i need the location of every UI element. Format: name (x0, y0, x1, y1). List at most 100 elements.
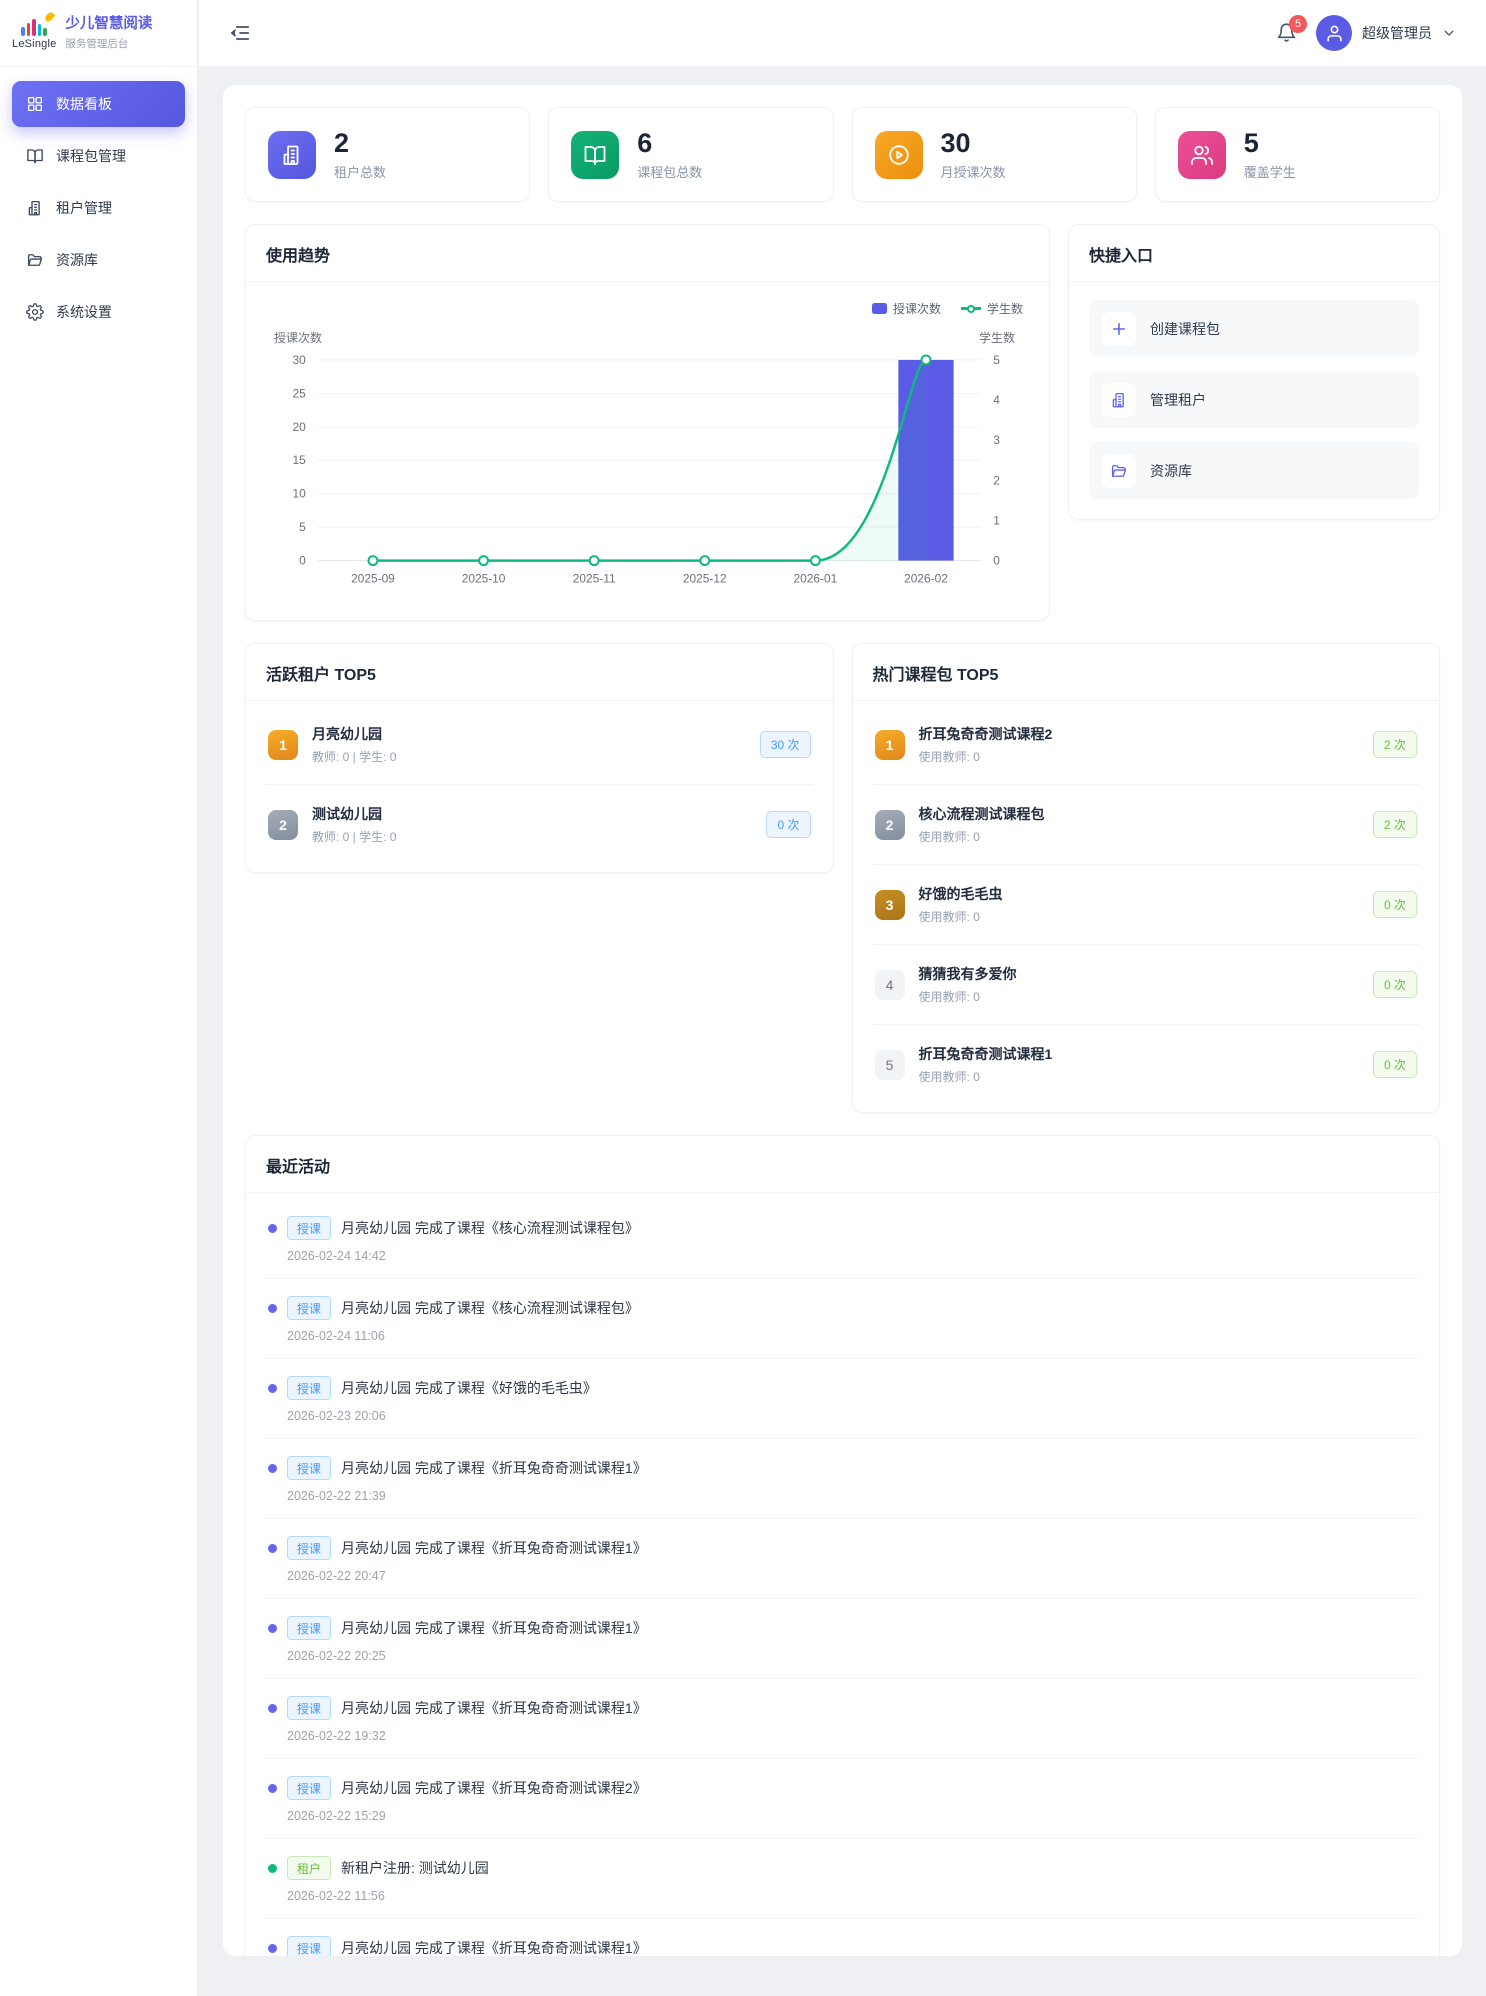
package-row: 3 好饿的毛毛虫 使用教师: 0 0 次 (873, 865, 1420, 945)
activity-time: 2026-02-22 20:25 (287, 1649, 1417, 1663)
svg-text:5: 5 (299, 520, 306, 534)
quick-item-manage-tenants[interactable]: 管理租户 (1089, 371, 1419, 428)
svg-text:3: 3 (993, 433, 1000, 447)
main-content: 2 租户总数 6 课程包总数 (199, 67, 1486, 1996)
activity-text: 月亮幼儿园 完成了课程《折耳兔奇奇测试课程1》 (341, 1938, 647, 1956)
activity-tag: 授课 (287, 1776, 331, 1800)
sidebar-item-tenants[interactable]: 租户管理 (12, 185, 185, 231)
user-menu[interactable]: 超级管理员 (1316, 15, 1456, 51)
stat-label: 租户总数 (334, 162, 386, 181)
quick-item-create-package[interactable]: 创建课程包 (1089, 300, 1419, 357)
svg-text:2026-01: 2026-01 (794, 571, 838, 585)
brand-logo-text: LeSingle (12, 38, 56, 50)
package-row: 1 折耳兔奇奇测试课程2 使用教师: 0 2 次 (873, 705, 1420, 785)
activity-time: 2026-02-22 21:39 (287, 1489, 1417, 1503)
gear-icon (26, 303, 44, 321)
sidebar-item-resources[interactable]: 资源库 (12, 237, 185, 283)
usage-trend-chart: 0510152025300123452025-092025-102025-112… (266, 348, 1029, 596)
activity-item: 授课 月亮幼儿园 完成了课程《折耳兔奇奇测试课程1》 2026-02-22 19… (266, 1679, 1419, 1759)
logo-bars-icon (21, 16, 47, 36)
sidebar-item-settings[interactable]: 系统设置 (12, 289, 185, 335)
sidebar-item-label: 数据看板 (56, 94, 112, 114)
svg-text:2: 2 (993, 473, 1000, 487)
rank-badge: 5 (875, 1050, 905, 1080)
quick-entry-title: 快捷入口 (1069, 225, 1439, 282)
rank-badge: 3 (875, 890, 905, 920)
stat-value: 6 (637, 128, 702, 159)
tenant-name: 月亮幼儿园 (312, 724, 746, 744)
menu-fold-icon[interactable] (229, 22, 251, 44)
activity-text: 月亮幼儿园 完成了课程《折耳兔奇奇测试课程1》 (341, 1618, 647, 1638)
count-badge: 0 次 (1373, 971, 1417, 998)
activity-item: 租户 新租户注册: 测试幼儿园 2026-02-22 11:56 (266, 1839, 1419, 1919)
activity-tag: 租户 (287, 1856, 331, 1880)
stat-card-packages: 6 课程包总数 (548, 107, 833, 202)
play-icon (875, 131, 923, 179)
activity-time: 2026-02-23 20:06 (287, 1409, 1417, 1423)
package-meta: 使用教师: 0 (919, 1068, 1359, 1085)
svg-text:20: 20 (293, 420, 307, 434)
package-info: 折耳兔奇奇测试课程2 使用教师: 0 (919, 724, 1359, 765)
svg-text:25: 25 (293, 386, 307, 400)
package-name: 折耳兔奇奇测试课程1 (919, 1044, 1359, 1064)
activity-item: 授课 月亮幼儿园 完成了课程《折耳兔奇奇测试课程1》 2026-02-22 21… (266, 1439, 1419, 1519)
legend-item-lessons[interactable]: 授课次数 (872, 300, 941, 317)
activity-tag: 授课 (287, 1536, 331, 1560)
notification-bell-icon[interactable]: 5 (1276, 22, 1298, 44)
sidebar-item-label: 系统设置 (56, 302, 112, 322)
activity-item: 授课 月亮幼儿园 完成了课程《折耳兔奇奇测试课程1》 2026-02-21 20… (266, 1919, 1419, 1956)
activity-time: 2026-02-22 20:47 (287, 1569, 1417, 1583)
package-meta: 使用教师: 0 (919, 988, 1359, 1005)
tenant-meta: 教师: 0 | 学生: 0 (312, 828, 752, 845)
package-row: 2 核心流程测试课程包 使用教师: 0 2 次 (873, 785, 1420, 865)
legend-item-students[interactable]: 学生数 (961, 300, 1023, 317)
rank-badge: 1 (875, 730, 905, 760)
package-name: 猜猜我有多爱你 (919, 964, 1359, 984)
tenant-row: 2 测试幼儿园 教师: 0 | 学生: 0 0 次 (266, 785, 813, 864)
count-badge: 0 次 (1373, 891, 1417, 918)
brand-area: LeSingle 少儿智慧阅读 服务管理后台 (0, 0, 197, 67)
tenant-info: 测试幼儿园 教师: 0 | 学生: 0 (312, 804, 752, 845)
sidebar-item-dashboard[interactable]: 数据看板 (12, 81, 185, 127)
left-axis-name: 授课次数 (274, 329, 322, 346)
hot-packages-title: 热门课程包 TOP5 (853, 644, 1440, 701)
activity-time: 2026-02-22 19:32 (287, 1729, 1417, 1743)
activity-dot (268, 1224, 277, 1233)
tenant-info: 月亮幼儿园 教师: 0 | 学生: 0 (312, 724, 746, 765)
svg-text:2025-11: 2025-11 (573, 571, 616, 585)
legend-label: 学生数 (987, 300, 1023, 317)
top-header: 5 超级管理员 (199, 0, 1486, 67)
chart-legend: 授课次数 学生数 (266, 296, 1029, 317)
quick-item-label: 创建课程包 (1150, 319, 1220, 339)
activity-item: 授课 月亮幼儿园 完成了课程《好饿的毛毛虫》 2026-02-23 20:06 (266, 1359, 1419, 1439)
app-root: LeSingle 少儿智慧阅读 服务管理后台 数据看板 课程包管理 (0, 0, 1486, 1996)
activity-item: 授课 月亮幼儿园 完成了课程《核心流程测试课程包》 2026-02-24 14:… (266, 1199, 1419, 1279)
hot-packages-card: 热门课程包 TOP5 1 折耳兔奇奇测试课程2 使用教师: 0 2 次 (852, 643, 1441, 1113)
activity-time: 2026-02-22 11:56 (287, 1889, 1417, 1903)
quick-item-label: 资源库 (1150, 461, 1192, 481)
sidebar-item-course-packages[interactable]: 课程包管理 (12, 133, 185, 179)
activity-text: 月亮幼儿园 完成了课程《好饿的毛毛虫》 (341, 1378, 597, 1398)
svg-text:2026-02: 2026-02 (904, 571, 948, 585)
activity-dot (268, 1864, 277, 1873)
svg-text:15: 15 (293, 453, 307, 467)
line-swatch-icon (961, 307, 981, 310)
activity-tag: 授课 (287, 1936, 331, 1956)
activity-time: 2026-02-22 15:29 (287, 1809, 1417, 1823)
activity-text: 月亮幼儿园 完成了课程《折耳兔奇奇测试课程1》 (341, 1698, 647, 1718)
svg-text:0: 0 (993, 554, 1000, 568)
activity-dot (268, 1944, 277, 1953)
usage-trend-card: 使用趋势 授课次数 学生数 (245, 224, 1050, 621)
svg-text:0: 0 (299, 554, 306, 568)
activity-text: 月亮幼儿园 完成了课程《折耳兔奇奇测试课程1》 (341, 1538, 647, 1558)
stat-value: 5 (1244, 128, 1296, 159)
sidebar-menu: 数据看板 课程包管理 租户管理 资源库 (0, 67, 197, 355)
svg-text:4: 4 (993, 393, 1000, 407)
rank-badge: 4 (875, 970, 905, 1000)
activity-text: 月亮幼儿园 完成了课程《核心流程测试课程包》 (341, 1218, 639, 1238)
stat-card-tenants: 2 租户总数 (245, 107, 530, 202)
recent-activities-list: 授课 月亮幼儿园 完成了课程《核心流程测试课程包》 2026-02-24 14:… (246, 1193, 1439, 1956)
book-icon (26, 147, 44, 165)
quick-item-resources[interactable]: 资源库 (1089, 442, 1419, 499)
recent-activities-card: 最近活动 授课 月亮幼儿园 完成了课程《核心流程测试课程包》 2026-02-2… (245, 1135, 1440, 1956)
